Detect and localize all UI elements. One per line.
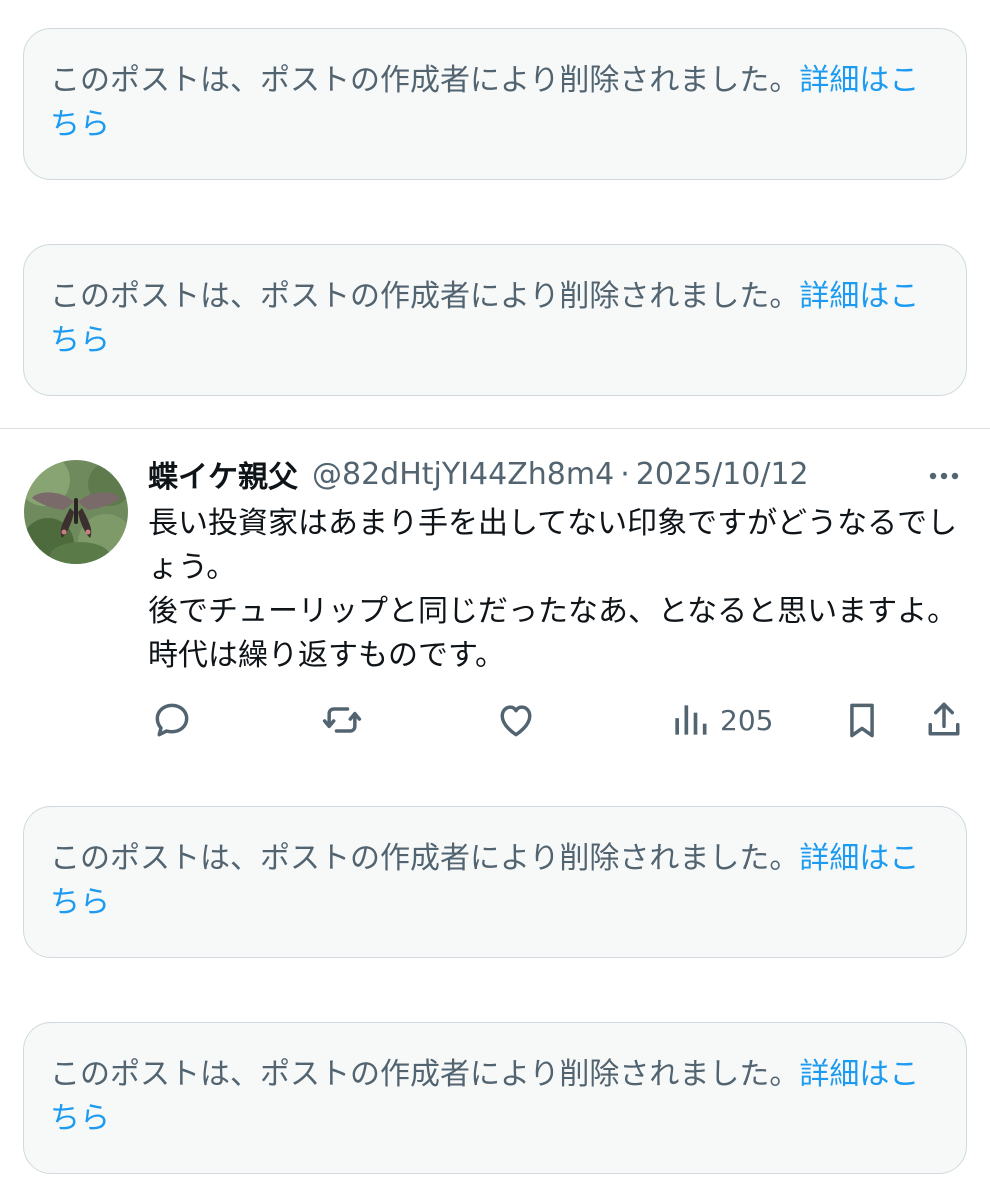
post-date[interactable]: 2025/10/12	[636, 457, 809, 492]
more-horizontal-icon[interactable]	[922, 458, 966, 494]
deleted-post-notice: このポストは、ポストの作成者により削除されました。詳細はこちら	[23, 1022, 967, 1174]
deleted-post-notice: このポストは、ポストの作成者により削除されました。詳細はこちら	[23, 806, 967, 958]
reply-icon	[155, 703, 189, 737]
deleted-notice-text: このポストは、ポストの作成者により削除されました。	[50, 841, 800, 876]
share-button[interactable]	[922, 694, 966, 746]
share-icon	[928, 702, 960, 736]
author-name[interactable]: 蝶イケ親父	[148, 452, 298, 496]
views-button[interactable]: 205	[668, 694, 773, 746]
repost-icon	[322, 707, 362, 733]
author-handle[interactable]: @82dHtjYI44Zh8m4	[312, 457, 614, 492]
action-bar: 205	[0, 694, 990, 746]
deleted-notice-text: このポストは、ポストの作成者により削除されました。	[50, 1057, 800, 1092]
views-count: 205	[720, 703, 774, 737]
deleted-notice-text: このポストは、ポストの作成者により削除されました。	[50, 63, 800, 98]
deleted-notice-text: このポストは、ポストの作成者により削除されました。	[50, 279, 800, 314]
butterfly-avatar-image	[24, 460, 128, 564]
bookmark-button[interactable]	[840, 694, 884, 746]
heart-icon	[500, 705, 532, 737]
like-button[interactable]	[494, 694, 538, 746]
deleted-post-notice: このポストは、ポストの作成者により削除されました。詳細はこちら	[23, 28, 967, 180]
post-text-line: 長い投資家はあまり手を出してない印象ですがどうなるでしょう。	[148, 506, 958, 585]
deleted-post-notice: このポストは、ポストの作成者により削除されました。詳細はこちら	[23, 244, 967, 396]
post-text-line: 後でチューリップと同じだったなあ、となると思いますよ。時代は繰り返すものです。	[148, 594, 958, 673]
post-text: 長い投資家はあまり手を出してない印象ですがどうなるでしょう。 後でチューリップと…	[148, 502, 958, 678]
avatar[interactable]	[24, 460, 128, 564]
repost-button[interactable]	[320, 694, 364, 746]
separator-dot: ·	[620, 456, 630, 492]
reply-button[interactable]	[150, 694, 194, 746]
views-chart-icon	[675, 705, 707, 735]
post-header: 蝶イケ親父 @82dHtjYI44Zh8m4 · 2025/10/12	[148, 452, 809, 496]
bookmark-icon	[850, 703, 874, 738]
divider	[0, 428, 990, 429]
